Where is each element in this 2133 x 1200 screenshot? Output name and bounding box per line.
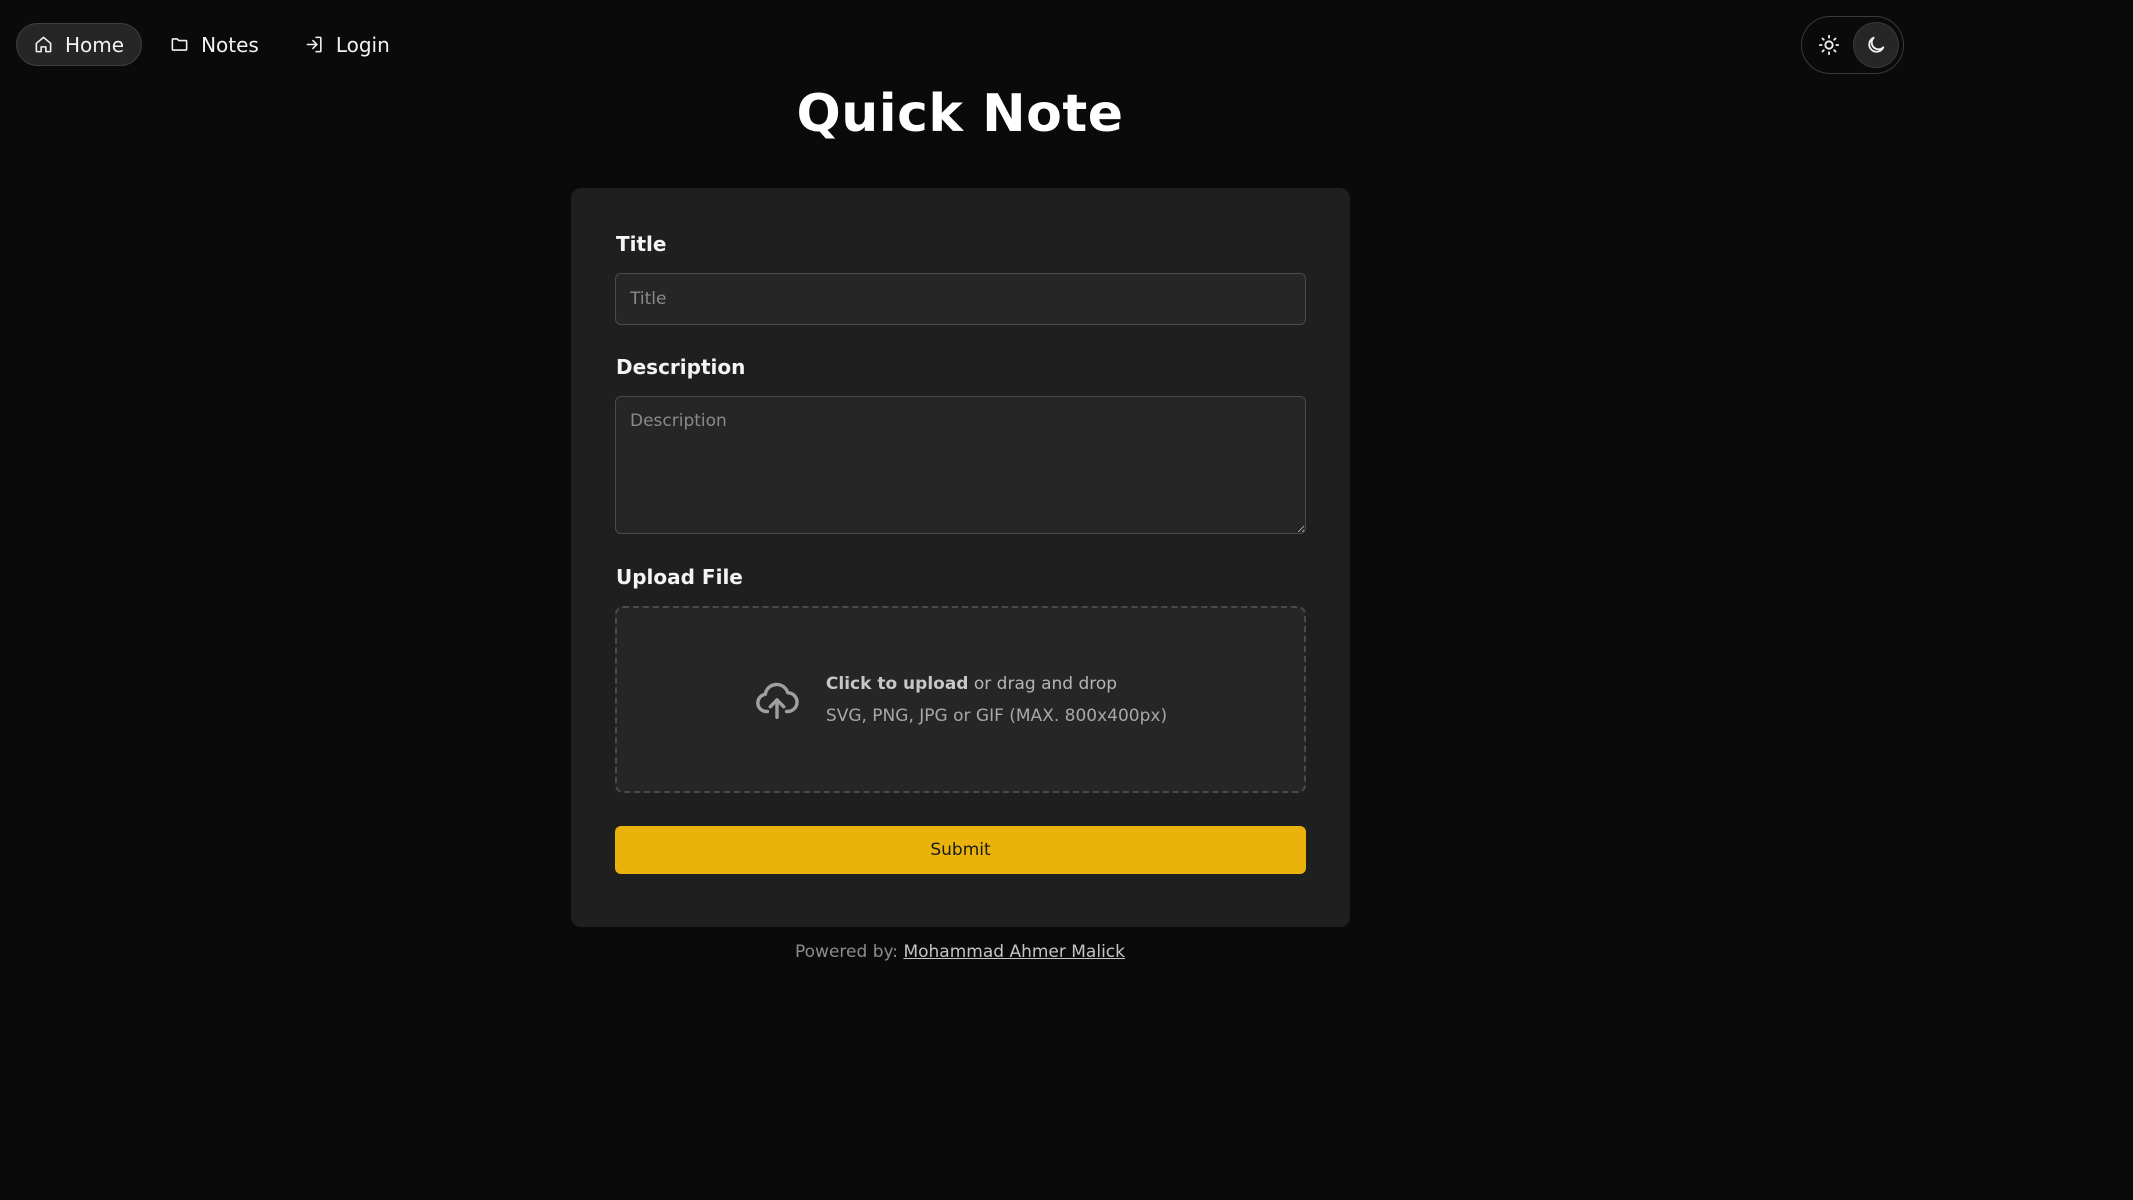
nav-login-label: Login <box>335 32 390 57</box>
login-icon <box>305 35 324 54</box>
nav-home[interactable]: Home <box>16 23 143 66</box>
submit-button[interactable]: Submit <box>615 826 1306 874</box>
title-label: Title <box>616 232 667 256</box>
top-nav: Home Notes Login <box>16 23 408 66</box>
dark-theme-button[interactable] <box>1853 22 1899 68</box>
click-to-upload-text: Click to upload <box>825 673 969 694</box>
upload-field-group: Upload File Click to upload or drag and … <box>615 565 1306 793</box>
file-dropzone[interactable]: Click to upload or drag and drop SVG, PN… <box>615 606 1306 793</box>
title-input[interactable] <box>615 273 1306 325</box>
footer-prefix: Powered by: <box>795 942 899 962</box>
author-link[interactable]: Mohammad Ahmer Malick <box>903 942 1125 962</box>
note-form-card: Title Description Upload File Click to u… <box>571 188 1350 927</box>
nav-notes[interactable]: Notes <box>152 23 277 66</box>
light-theme-button[interactable] <box>1806 22 1851 68</box>
dropzone-text: Click to upload or drag and drop SVG, PN… <box>826 674 1167 726</box>
home-icon <box>34 35 53 54</box>
title-field-group: Title <box>615 232 1306 325</box>
drag-drop-text: or drag and drop <box>973 673 1118 694</box>
file-format-hint: SVG, PNG, JPG or GIF (MAX. 800x400px) <box>825 705 1168 726</box>
folder-icon <box>170 35 189 54</box>
upload-label: Upload File <box>616 565 743 589</box>
description-input[interactable] <box>615 396 1306 534</box>
description-label: Description <box>616 355 746 379</box>
description-field-group: Description <box>615 355 1306 534</box>
page-title: Quick Note <box>796 84 1124 144</box>
dropzone-primary-text: Click to upload or drag and drop <box>826 674 1167 694</box>
footer: Powered by: Mohammad Ahmer Malick <box>0 942 1920 962</box>
theme-toggle <box>1801 16 1904 74</box>
nav-login[interactable]: Login <box>287 23 408 66</box>
sun-icon <box>1818 34 1840 56</box>
moon-icon <box>1865 34 1887 56</box>
nav-home-label: Home <box>65 32 125 57</box>
cloud-upload-icon <box>754 677 800 723</box>
nav-notes-label: Notes <box>201 32 259 57</box>
